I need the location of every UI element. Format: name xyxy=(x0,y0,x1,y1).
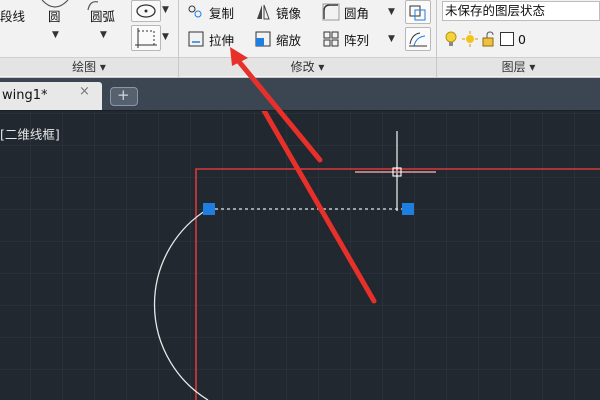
offset-icon xyxy=(409,32,427,47)
array-tool[interactable]: 阵列 xyxy=(322,28,369,50)
unlock-icon xyxy=(480,30,498,48)
polyline-tool[interactable]: 段线 xyxy=(0,4,25,26)
fillet-icon xyxy=(322,3,340,21)
copy-icon xyxy=(187,3,205,21)
array-dropdown[interactable]: ▼ xyxy=(388,34,395,44)
stretch-icon xyxy=(187,30,205,48)
file-tab-label: wing1* xyxy=(2,88,48,103)
modify-panel-title-text: 修改 xyxy=(290,60,315,74)
layer-state-text: 未保存的图层状态 xyxy=(445,3,546,18)
ellipse-dropdown[interactable]: ▼ xyxy=(162,5,169,15)
mirror-icon xyxy=(254,3,272,21)
grip-start[interactable] xyxy=(203,203,215,215)
grid xyxy=(0,111,600,400)
copy-label: 复制 xyxy=(209,5,235,21)
offset-button[interactable] xyxy=(405,27,431,51)
explode-button[interactable] xyxy=(405,0,431,24)
arc-tool[interactable]: 圆弧 xyxy=(90,4,115,26)
grip-end[interactable] xyxy=(402,203,414,215)
layer-color-swatch xyxy=(500,32,514,46)
draw-panel-title[interactable]: 绘图 ▾ xyxy=(0,57,178,76)
sun-icon xyxy=(460,30,480,48)
scale-label: 缩放 xyxy=(276,32,302,48)
arc-dropdown[interactable]: ▼ xyxy=(100,30,107,40)
plus-icon: + xyxy=(117,86,130,104)
ellipse-icon xyxy=(136,4,156,18)
fillet-tool[interactable]: 圆角 xyxy=(322,1,369,23)
draw-panel-title-text: 绘图 xyxy=(72,60,97,74)
polyline-label: 段线 xyxy=(0,8,26,24)
lightbulb-icon xyxy=(442,30,460,48)
drawing-canvas[interactable]: [二维线框] xyxy=(0,111,600,400)
hatch-button[interactable] xyxy=(131,25,161,51)
array-icon xyxy=(322,30,340,48)
close-tab-icon[interactable]: × xyxy=(79,84,90,99)
ribbon: 段线 圆 ▼ 圆弧 ▼ ▼ ▼ 绘图 ▾ 复制 镜像 圆角 ▼ 拉伸 缩放 阵列… xyxy=(0,0,600,78)
fillet-dropdown[interactable]: ▼ xyxy=(388,7,395,17)
mirror-label: 镜像 xyxy=(276,5,302,21)
stretch-tool[interactable]: 拉伸 xyxy=(187,28,234,50)
drawing-area[interactable] xyxy=(0,111,600,400)
file-tab-bar: wing1* × + xyxy=(0,78,600,111)
new-tab-button[interactable]: + xyxy=(110,87,138,106)
arc-label: 圆弧 xyxy=(90,8,116,24)
modify-panel-title[interactable]: 修改 ▾ xyxy=(179,57,436,76)
fillet-label: 圆角 xyxy=(344,5,370,21)
viewport-style-label[interactable]: [二维线框] xyxy=(0,124,60,143)
ellipse-button[interactable] xyxy=(131,0,161,22)
current-layer-name: 0 xyxy=(518,31,526,47)
mirror-tool[interactable]: 镜像 xyxy=(254,1,301,23)
scale-tool[interactable]: 缩放 xyxy=(254,28,301,50)
explode-icon xyxy=(409,5,426,21)
layer-control[interactable]: 0 xyxy=(442,28,600,50)
array-label: 阵列 xyxy=(344,32,370,48)
circle-tool[interactable]: 圆 xyxy=(48,4,61,26)
circle-dropdown[interactable]: ▼ xyxy=(52,30,59,40)
layers-panel-title[interactable]: 图层 ▾ xyxy=(437,57,600,76)
hatch-dropdown[interactable]: ▼ xyxy=(162,32,169,42)
hatch-icon xyxy=(135,28,157,48)
scale-icon xyxy=(254,30,272,48)
copy-tool[interactable]: 复制 xyxy=(187,1,234,23)
stretch-label: 拉伸 xyxy=(209,32,235,48)
circle-label: 圆 xyxy=(48,8,61,24)
layer-state-dropdown[interactable]: 未保存的图层状态 xyxy=(442,1,600,21)
layers-panel-title-text: 图层 xyxy=(501,60,526,74)
